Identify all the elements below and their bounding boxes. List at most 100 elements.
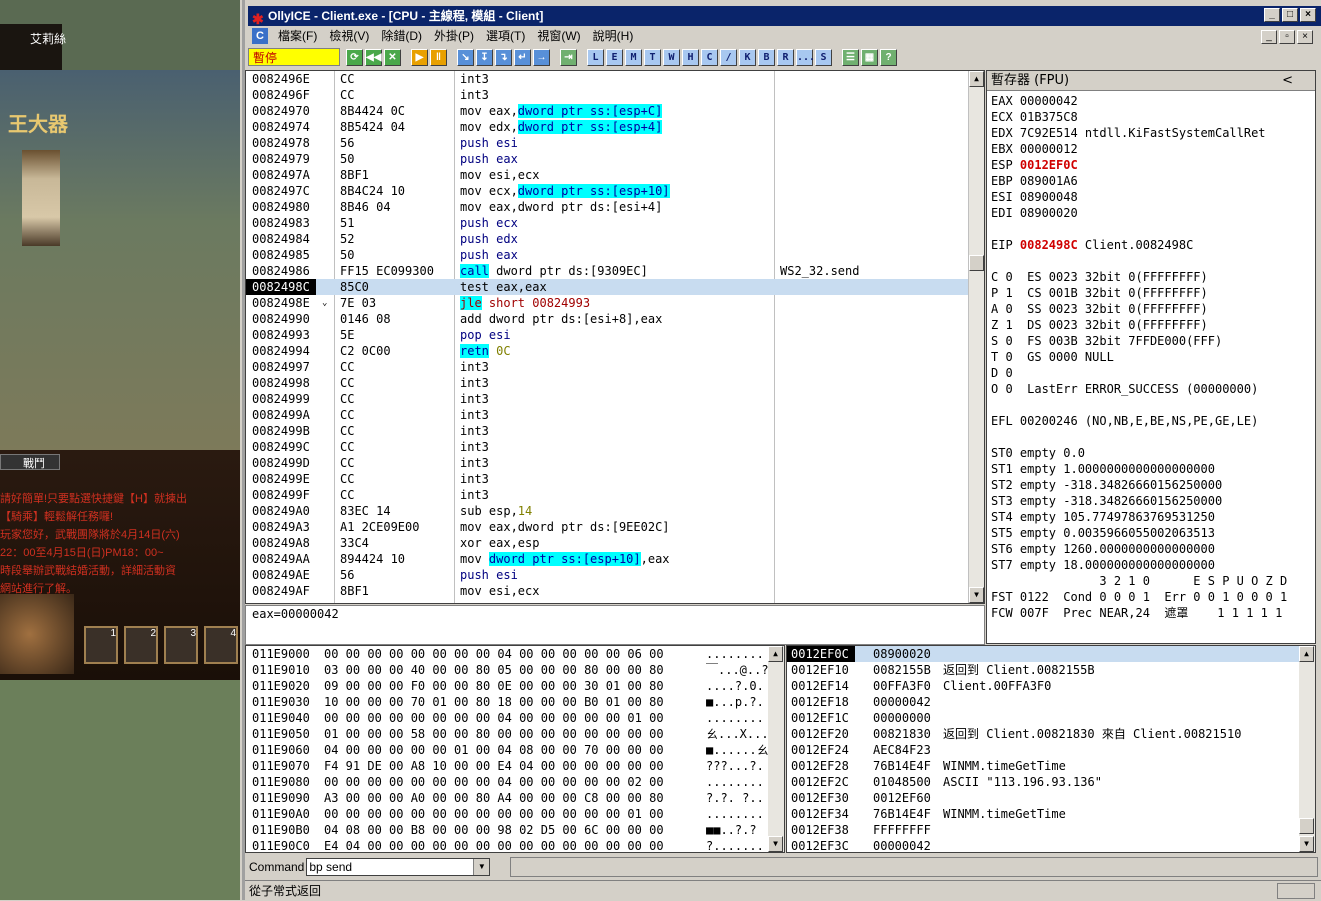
register-line[interactable]: T 0 GS 0000 NULL xyxy=(991,349,1114,365)
disasm-row[interactable]: 00824983 51 push ecx xyxy=(246,215,968,231)
toolbar-button[interactable]: ▦ xyxy=(861,48,878,66)
register-line[interactable]: ECX 01B375C8 xyxy=(991,109,1078,125)
toolbar-button[interactable]: / xyxy=(720,48,737,66)
disasm-row[interactable]: 0082499D CC int3 xyxy=(246,455,968,471)
disasm-row[interactable]: 00824979 50 push eax xyxy=(246,151,968,167)
disasm-row[interactable]: 0082497C 8B4C24 10 mov ecx,dword ptr ss:[e… xyxy=(246,183,968,199)
register-line[interactable]: EIP 0082498C Client.0082498C xyxy=(991,237,1193,253)
dump-row[interactable]: 011E9030 10 00 00 00 70 01 00 80 18 00 00… xyxy=(246,694,766,710)
toolbar-button[interactable]: ✕ xyxy=(384,48,401,66)
stack-row[interactable]: 0012EF30 0012EF60 xyxy=(787,790,1299,806)
disasm-row[interactable]: 0082498C 85C0 test eax,eax xyxy=(246,279,968,295)
menu-item[interactable]: 說明(H) xyxy=(587,26,640,46)
stack-row[interactable]: 0012EF24 AEC84F23 xyxy=(787,742,1299,758)
scroll-up-arrow-icon[interactable]: ▲ xyxy=(1299,646,1314,662)
toolbar-button[interactable]: ⇥ xyxy=(560,48,577,66)
scroll-thumb[interactable] xyxy=(969,255,984,271)
child-close-button[interactable]: × xyxy=(1297,30,1313,44)
maximize-button[interactable]: □ xyxy=(1282,8,1298,22)
stack-pane[interactable]: 0012EF0C 08900020 0012EF10 0082155B 返回到 Clie… xyxy=(786,645,1316,853)
skill-slot[interactable]: 4 xyxy=(204,626,238,664)
dump-row[interactable]: 011E90A0 00 00 00 00 00 00 00 00 00 00 00… xyxy=(246,806,766,822)
toolbar-button[interactable]: → xyxy=(533,48,550,66)
stack-row[interactable]: 0012EF34 76B14E4F WINMM.timeGetTime xyxy=(787,806,1299,822)
command-input[interactable]: bp send ▼ xyxy=(306,858,491,876)
child-minimize-button[interactable]: _ xyxy=(1261,30,1277,44)
disasm-row[interactable]: 0082499C CC int3 xyxy=(246,439,968,455)
toolbar-button[interactable]: B xyxy=(758,48,775,66)
stack-row[interactable]: 0012EF2C 01048500 ASCII "113.196.93.136" xyxy=(787,774,1299,790)
disasm-row[interactable]: 00824998 CC int3 xyxy=(246,375,968,391)
dump-row[interactable]: 011E90B0 04 08 00 00 B8 00 00 00 98 02 D5… xyxy=(246,822,766,838)
skill-slot[interactable]: 3 xyxy=(164,626,198,664)
stack-row[interactable]: 0012EF10 0082155B 返回到 Client.0082155B xyxy=(787,662,1299,678)
scroll-up-arrow-icon[interactable]: ▲ xyxy=(969,71,984,87)
register-line[interactable]: P 1 CS 001B 32bit 0(FFFFFFFF) xyxy=(991,285,1208,301)
stack-row[interactable]: 0012EF20 00821830 返回到 Client.00821830 來自 C… xyxy=(787,726,1299,742)
toolbar-button[interactable]: C xyxy=(701,48,718,66)
register-line[interactable]: FCW 007F Prec NEAR,24 遮罩 1 1 1 1 1 xyxy=(991,605,1282,621)
disassembly-pane[interactable]: 0082496E CC int3 0082496F CC int3 00824970 8B44… xyxy=(245,70,985,604)
disasm-row[interactable]: 00824986 FF15 EC099300 call dword ptr ds:[… xyxy=(246,263,968,279)
skill-slot[interactable]: 1 xyxy=(84,626,118,664)
register-line[interactable]: ESI 08900048 xyxy=(991,189,1078,205)
register-line[interactable]: ST3 empty -318.34826660156250000 xyxy=(991,493,1222,509)
disasm-row[interactable]: 00824980 8B46 04 mov eax,dword ptr ds:[esi… xyxy=(246,199,968,215)
skill-slot[interactable]: 2 xyxy=(124,626,158,664)
register-line[interactable]: ST6 empty 1260.0000000000000000 xyxy=(991,541,1215,557)
disasm-row[interactable]: 00824978 56 push esi xyxy=(246,135,968,151)
toolbar-button[interactable]: ‖ xyxy=(430,48,447,66)
stack-row[interactable]: 0012EF14 00FFA3F0 Client.00FFA3F0 xyxy=(787,678,1299,694)
disasm-row[interactable]: 008249A0 83EC 14 sub esp,14 xyxy=(246,503,968,519)
register-line[interactable]: EBP 089001A6 xyxy=(991,173,1078,189)
disasm-row[interactable]: 00824985 50 push eax xyxy=(246,247,968,263)
stack-row[interactable]: 0012EF3C 00000042 xyxy=(787,838,1299,852)
dump-row[interactable]: 011E9090 A3 00 00 00 A0 00 00 80 A4 00 00… xyxy=(246,790,766,806)
dump-row[interactable]: 011E9040 00 00 00 00 00 00 00 00 04 00 00… xyxy=(246,710,766,726)
registers-header[interactable]: 暫存器 (FPU) < xyxy=(987,71,1315,91)
child-restore-button[interactable]: ▫ xyxy=(1279,30,1295,44)
disasm-row[interactable]: 00824974 8B5424 04 mov edx,dword ptr ss:[e… xyxy=(246,119,968,135)
register-line[interactable]: EDX 7C92E514 ntdll.KiFastSystemCallRet xyxy=(991,125,1266,141)
disasm-row[interactable]: 00824999 CC int3 xyxy=(246,391,968,407)
register-line[interactable]: EBX 00000012 xyxy=(991,141,1078,157)
disasm-row[interactable]: 0082499B CC int3 xyxy=(246,423,968,439)
dump-row[interactable]: 011E9010 03 00 00 00 40 00 00 80 05 00 00… xyxy=(246,662,769,678)
toolbar-button[interactable]: ? xyxy=(880,48,897,66)
scroll-thumb[interactable] xyxy=(1299,818,1314,834)
menu-item[interactable]: 選項(T) xyxy=(480,26,531,46)
dump-scrollbar[interactable]: ▲ ▼ xyxy=(768,646,784,852)
minimize-button[interactable]: _ xyxy=(1264,8,1280,22)
disasm-row[interactable]: 0082499E CC int3 xyxy=(246,471,968,487)
toolbar-button[interactable]: ↧ xyxy=(476,48,493,66)
chevron-left-icon[interactable]: < xyxy=(1282,71,1293,91)
registers-pane[interactable]: 暫存器 (FPU) < EAX 00000042 ECX 01B375C8 EDX … xyxy=(986,70,1316,644)
dump-row[interactable]: 011E9060 04 00 00 00 00 00 01 00 04 08 00… xyxy=(246,742,769,758)
register-line[interactable]: S 0 FS 003B 32bit 7FFDE000(FFF) xyxy=(991,333,1222,349)
stack-row[interactable]: 0012EF38 FFFFFFFF xyxy=(787,822,1299,838)
dump-row[interactable]: 011E9000 00 00 00 00 00 00 00 00 04 00 00… xyxy=(246,646,766,662)
toolbar-button[interactable]: S xyxy=(815,48,832,66)
chevron-down-icon[interactable]: ▼ xyxy=(473,859,490,875)
cpu-window-icon[interactable]: C xyxy=(252,28,268,44)
register-line[interactable]: ESP 0012EF0C xyxy=(991,157,1078,173)
menu-item[interactable]: 視窗(W) xyxy=(531,26,586,46)
disasm-row[interactable]: 00824993 5E pop esi xyxy=(246,327,968,343)
disasm-row[interactable]: 00824970 8B4424 0C mov eax,dword ptr ss:[e… xyxy=(246,103,968,119)
toolbar-button[interactable]: L xyxy=(587,48,604,66)
toolbar-button[interactable]: R xyxy=(777,48,794,66)
dump-row[interactable]: 011E9050 01 00 00 00 58 00 00 80 00 00 00… xyxy=(246,726,769,742)
toolbar-button[interactable]: E xyxy=(606,48,623,66)
register-line[interactable]: D 0 xyxy=(991,365,1013,381)
dump-row[interactable]: 011E9080 00 00 00 00 00 00 00 00 04 00 00… xyxy=(246,774,766,790)
register-line[interactable]: ST4 empty 105.77497863769531250 xyxy=(991,509,1215,525)
toolbar-button[interactable]: ... xyxy=(796,48,815,66)
toolbar-button[interactable]: ↵ xyxy=(514,48,531,66)
register-line[interactable]: FST 0122 Cond 0 0 0 1 Err 0 0 1 0 0 0 1 xyxy=(991,589,1287,605)
stack-scrollbar[interactable]: ▲ ▼ xyxy=(1299,646,1315,852)
register-line[interactable]: EFL 00200246 (NO,NB,E,BE,NS,PE,GE,LE) xyxy=(991,413,1258,429)
register-line[interactable]: ST1 empty 1.0000000000000000000 xyxy=(991,461,1215,477)
scroll-down-arrow-icon[interactable]: ▼ xyxy=(768,836,783,852)
toolbar-button[interactable]: ☰ xyxy=(842,48,859,66)
menu-item[interactable]: 檔案(F) xyxy=(272,26,323,46)
